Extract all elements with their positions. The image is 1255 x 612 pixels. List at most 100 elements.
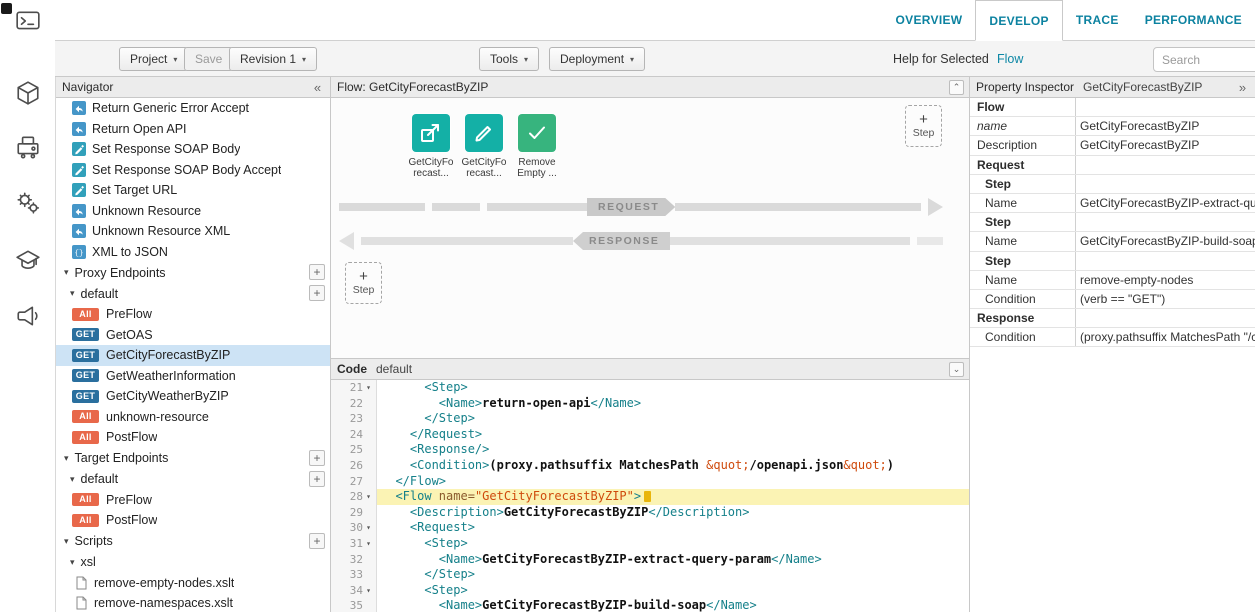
nav-flow-unknown-resource[interactable]: Allunknown-resource xyxy=(56,407,330,428)
collapse-flow-panel-icon[interactable]: ⌃ xyxy=(949,80,964,95)
add-button[interactable]: + xyxy=(309,471,325,487)
code-line-35[interactable]: 35 <Name>GetCityForecastByZIP-build-soap… xyxy=(331,598,969,612)
revision-menu-button[interactable]: Revision 1▾ xyxy=(229,47,317,71)
policy-tile-extract-query-param[interactable] xyxy=(412,114,450,152)
tab-performance[interactable]: PERFORMANCE xyxy=(1132,0,1255,40)
nav-file-remove-empty-nodes-xslt[interactable]: remove-empty-nodes.xslt xyxy=(56,573,330,594)
nav-policy-set-response-soap-body[interactable]: Set Response SOAP Body xyxy=(56,139,330,160)
code-line-28[interactable]: 28▾ <Flow name="GetCityForecastByZIP"> xyxy=(331,489,969,505)
inspector-row-name[interactable]: NameGetCityForecastByZIP-extract-query-p… xyxy=(970,194,1255,213)
search-input[interactable] xyxy=(1153,47,1255,72)
expand-triangle-icon[interactable]: ▾ xyxy=(64,453,69,464)
inspector-row-condition[interactable]: Condition(proxy.pathsuffix MatchesPath "… xyxy=(970,328,1255,347)
nav-flow-getweatherinformation[interactable]: GETGetWeatherInformation xyxy=(56,366,330,387)
code-line-33[interactable]: 33 </Step> xyxy=(331,567,969,583)
save-button[interactable]: Save xyxy=(184,47,233,71)
nav-group-default[interactable]: ▾default+ xyxy=(56,283,330,304)
tab-overview[interactable]: OVERVIEW xyxy=(883,0,976,40)
nav-file-remove-namespaces-xslt[interactable]: remove-namespaces.xslt xyxy=(56,593,330,612)
nav-flow-getcityforecastbyzip[interactable]: GETGetCityForecastByZIP xyxy=(56,345,330,366)
fold-arrow-icon[interactable]: ▾ xyxy=(363,520,374,536)
nav-section-target-endpoints[interactable]: ▾Target Endpoints+ xyxy=(56,448,330,469)
inspector-row-name[interactable]: NameGetCityForecastByZIP-build-soap xyxy=(970,232,1255,251)
nav-policy-xml-to-json[interactable]: {}XML to JSON xyxy=(56,242,330,263)
code-line-27[interactable]: 27 </Flow> xyxy=(331,474,969,490)
code-line-30[interactable]: 30▾ <Request> xyxy=(331,520,969,536)
inspector-row-response[interactable]: Response xyxy=(970,309,1255,328)
nav-section-scripts[interactable]: ▾Scripts+ xyxy=(56,531,330,552)
code-line-34[interactable]: 34▾ <Step> xyxy=(331,583,969,599)
terminal-icon[interactable] xyxy=(15,8,41,34)
inspector-row-step[interactable]: Step xyxy=(970,252,1255,271)
fold-arrow-icon[interactable]: ▾ xyxy=(363,536,374,552)
inspector-row-flow[interactable]: Flow xyxy=(970,98,1255,117)
request-flow-bar[interactable]: REQUEST xyxy=(339,198,943,216)
expand-triangle-icon[interactable]: ▾ xyxy=(64,536,69,547)
inspector-row-step[interactable]: Step xyxy=(970,175,1255,194)
collapse-inspector-icon[interactable]: » xyxy=(1235,80,1250,95)
tab-trace[interactable]: TRACE xyxy=(1063,0,1132,40)
nav-section-proxy-endpoints[interactable]: ▾Proxy Endpoints+ xyxy=(56,262,330,283)
code-editor[interactable]: 21▾ <Step>22 <Name>return-open-api</Name… xyxy=(331,380,969,612)
machine-icon[interactable] xyxy=(15,134,41,160)
add-button[interactable]: + xyxy=(309,264,325,280)
selected-flow-help-link[interactable]: Flow xyxy=(997,52,1023,66)
response-flow-bar[interactable]: RESPONSE xyxy=(339,232,943,250)
expand-triangle-icon[interactable]: ▾ xyxy=(70,557,75,568)
nav-policy-unknown-resource[interactable]: Unknown Resource xyxy=(56,201,330,222)
add-step-button-request[interactable]: + Step xyxy=(905,105,942,147)
add-button[interactable]: + xyxy=(309,450,325,466)
nav-flow-getoas[interactable]: GETGetOAS xyxy=(56,325,330,346)
nav-group-default[interactable]: ▾default+ xyxy=(56,469,330,490)
policy-tile-remove-empty[interactable] xyxy=(518,114,556,152)
project-menu-button[interactable]: Project▾ xyxy=(119,47,188,71)
collapse-navigator-icon[interactable]: « xyxy=(310,80,325,95)
expand-triangle-icon[interactable]: ▾ xyxy=(70,288,75,299)
megaphone-icon[interactable] xyxy=(15,303,41,329)
nav-flow-postflow[interactable]: AllPostFlow xyxy=(56,427,330,448)
package-icon[interactable] xyxy=(15,80,41,106)
collapse-code-panel-icon[interactable]: ⌄ xyxy=(949,362,964,377)
tools-menu-button[interactable]: Tools▾ xyxy=(479,47,539,71)
fold-arrow-icon[interactable]: ▾ xyxy=(363,583,374,599)
nav-flow-preflow[interactable]: AllPreFlow xyxy=(56,490,330,511)
fold-arrow-icon[interactable]: ▾ xyxy=(363,380,374,396)
code-line-23[interactable]: 23 </Step> xyxy=(331,411,969,427)
nav-policy-return-open-api[interactable]: Return Open API xyxy=(56,119,330,140)
inspector-row-step[interactable]: Step xyxy=(970,213,1255,232)
add-button[interactable]: + xyxy=(309,533,325,549)
nav-flow-postflow[interactable]: AllPostFlow xyxy=(56,510,330,531)
nav-policy-set-response-soap-body-accept[interactable]: Set Response SOAP Body Accept xyxy=(56,160,330,181)
expand-triangle-icon[interactable]: ▾ xyxy=(64,267,69,278)
code-line-25[interactable]: 25 <Response/> xyxy=(331,442,969,458)
nav-flow-preflow[interactable]: AllPreFlow xyxy=(56,304,330,325)
nav-policy-set-target-url[interactable]: Set Target URL xyxy=(56,180,330,201)
code-line-26[interactable]: 26 <Condition>(proxy.pathsuffix MatchesP… xyxy=(331,458,969,474)
nav-policy-unknown-resource-xml[interactable]: Unknown Resource XML xyxy=(56,221,330,242)
nav-group-xsl[interactable]: ▾xsl xyxy=(56,552,330,573)
fold-arrow-icon[interactable]: ▾ xyxy=(363,489,374,505)
nav-policy-return-generic-error-accept[interactable]: Return Generic Error Accept xyxy=(56,98,330,119)
code-line-29[interactable]: 29 <Description>GetCityForecastByZIP</De… xyxy=(331,505,969,521)
code-line-32[interactable]: 32 <Name>GetCityForecastByZIP-extract-qu… xyxy=(331,552,969,568)
inspector-row-request[interactable]: Request xyxy=(970,156,1255,175)
tab-develop[interactable]: DEVELOP xyxy=(975,0,1062,41)
graduation-cap-icon[interactable] xyxy=(15,247,41,273)
deployment-menu-button[interactable]: Deployment▾ xyxy=(549,47,645,71)
inspector-row-name[interactable]: Nameremove-empty-nodes xyxy=(970,271,1255,290)
add-button[interactable]: + xyxy=(309,285,325,301)
inspector-row-description[interactable]: DescriptionGetCityForecastByZIP xyxy=(970,136,1255,155)
gears-icon[interactable] xyxy=(15,190,41,216)
inspector-row-name[interactable]: nameGetCityForecastByZIP xyxy=(970,117,1255,136)
policy-tile-build-soap[interactable] xyxy=(465,114,503,152)
expand-triangle-icon[interactable]: ▾ xyxy=(70,474,75,485)
code-line-24[interactable]: 24 </Request> xyxy=(331,427,969,443)
flow-canvas[interactable]: GetCityForecast... GetCityForecast... Re… xyxy=(331,98,969,358)
inspector-row-condition[interactable]: Condition(verb == "GET") xyxy=(970,290,1255,309)
nav-flow-getcityweatherbyzip[interactable]: GETGetCityWeatherByZIP xyxy=(56,386,330,407)
code-line-21[interactable]: 21▾ <Step> xyxy=(331,380,969,396)
line-number: 23 xyxy=(350,411,363,427)
add-step-button-response[interactable]: + Step xyxy=(345,262,382,304)
code-line-22[interactable]: 22 <Name>return-open-api</Name> xyxy=(331,396,969,412)
code-line-31[interactable]: 31▾ <Step> xyxy=(331,536,969,552)
